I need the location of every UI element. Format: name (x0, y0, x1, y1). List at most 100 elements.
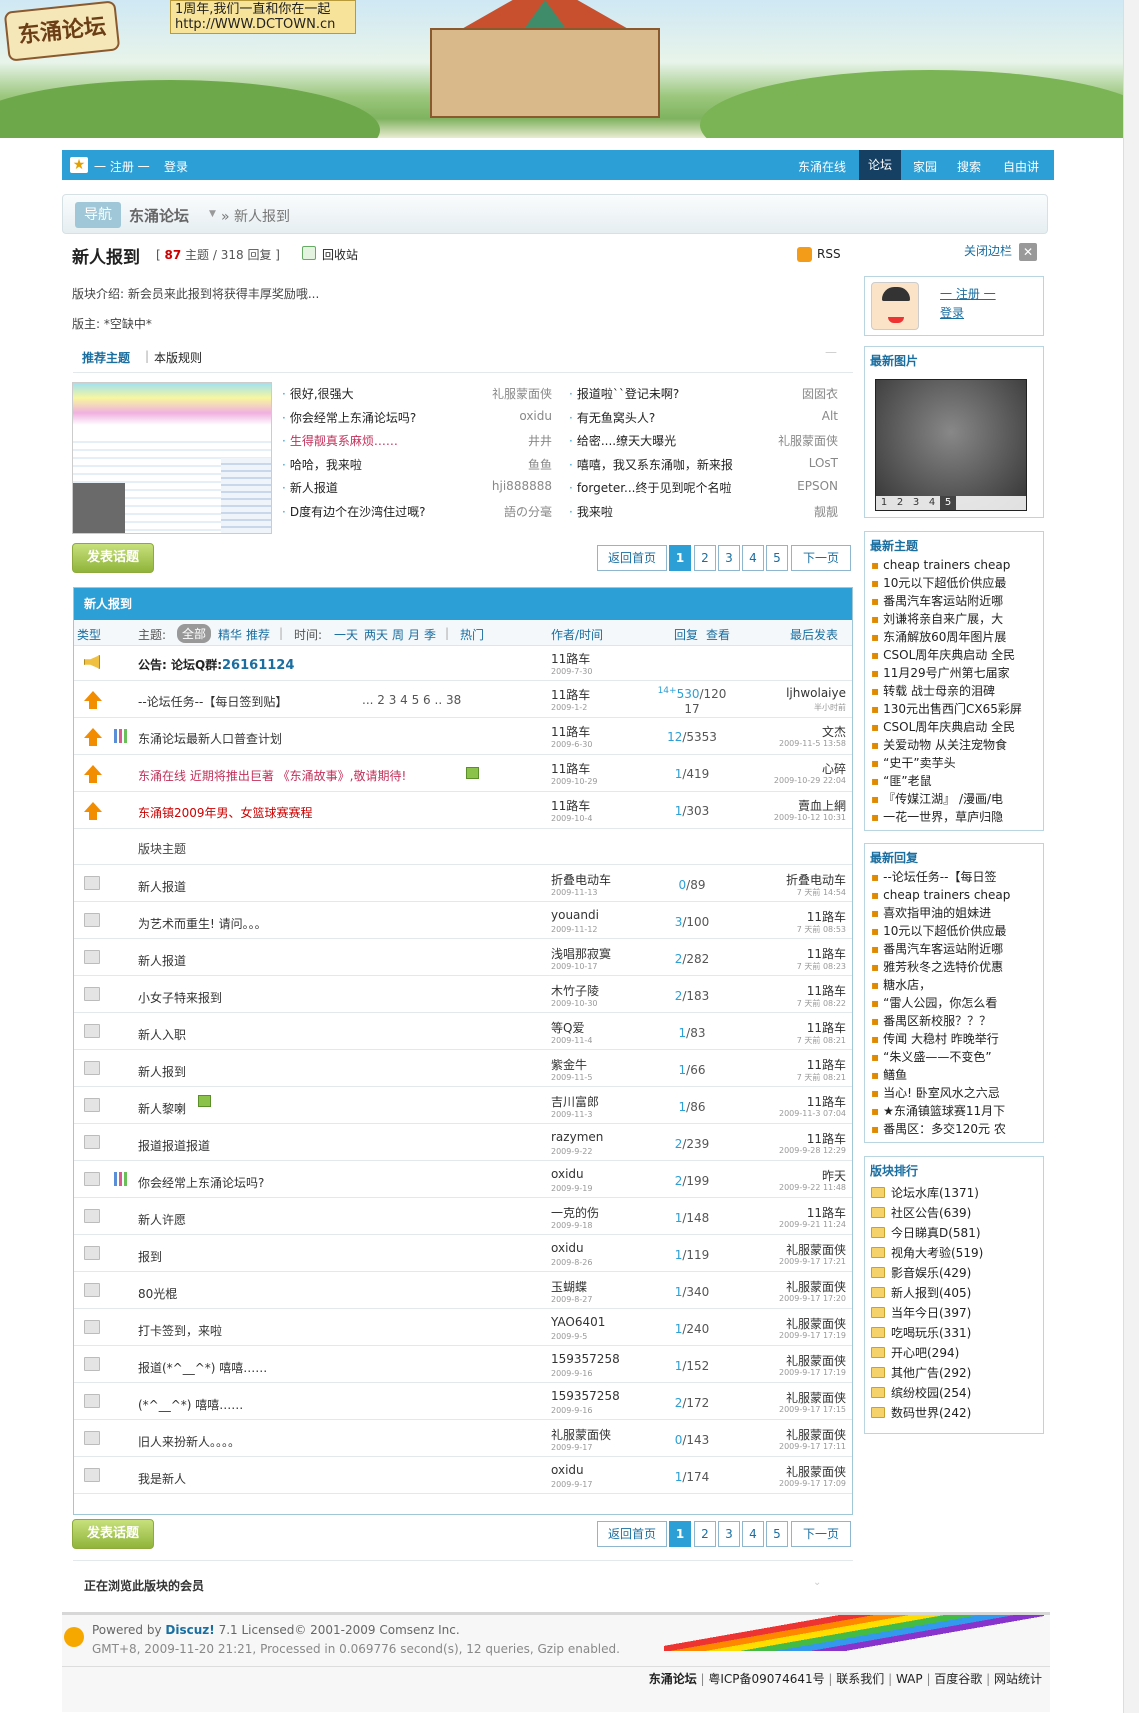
recommend-topic-link[interactable]: · 哈哈，我来啦 (282, 456, 362, 473)
image-page-4[interactable]: 4 (924, 496, 940, 510)
last-poster[interactable]: 11路车 (736, 1019, 846, 1036)
table-row[interactable]: 你会经常上东涌论坛吗? oxidu 2009-9-19 2/199 昨天 2009-9-2… (74, 1161, 852, 1198)
recommend-topic-author[interactable]: 囡囡衣 (738, 385, 838, 402)
latest-topic-item-text[interactable]: 转载 战士母亲的泪碑 (883, 684, 995, 698)
thread-author[interactable]: YAO6401 (551, 1315, 605, 1329)
recommend-topic-title[interactable]: 你会经常上东涌论坛吗? (290, 411, 416, 425)
forum-rank-text[interactable]: 缤纷校园(254) (891, 1386, 971, 1400)
page-button-2[interactable]: 2 (694, 1521, 716, 1547)
rss-link[interactable]: RSS (817, 247, 841, 261)
thread-subject[interactable]: 新人报道 (138, 952, 186, 969)
thread-author[interactable]: 吉川富郎 (551, 1093, 599, 1110)
latest-topic-item[interactable]: ▪ CSOL周年庆典启动 全民 (871, 718, 1037, 736)
recommend-topic-title[interactable]: 报道啦``登记未啊? (577, 387, 679, 401)
thread-author[interactable]: 11路车 (551, 723, 590, 740)
last-poster[interactable]: 礼服蒙面侠 (736, 1426, 846, 1443)
page-button-3[interactable]: 3 (718, 545, 740, 571)
table-row[interactable]: 报道(*^__^*) 嘻嘻…… 159357258 2009-9-16 1/152 礼服… (74, 1346, 852, 1383)
sticky-thread-row[interactable]: 东涌在线 近期将推出巨著 《东涌故事》,敬请期待! 11路车 2009-10-29 1… (74, 755, 852, 792)
latest-reply-item-text[interactable]: “雷人公园，你怎么看 (883, 996, 997, 1010)
recommend-topic-link[interactable]: · 有无鱼窝头人? (569, 409, 655, 426)
last-poster[interactable]: 礼服蒙面侠 (736, 1352, 846, 1369)
recommend-topic-link[interactable]: · 你会经常上东涌论坛吗? (282, 409, 416, 426)
chevron-down-icon[interactable]: ⌄ (813, 1577, 821, 1588)
sort-author[interactable]: 作者/时间 (551, 626, 603, 643)
filter-all[interactable]: 全部 (177, 624, 212, 643)
latest-topic-item-text[interactable]: CSOL周年庆典启动 全民 (883, 720, 1015, 734)
latest-topic-item[interactable]: ▪ 番禺汽车客运站附近哪 (871, 592, 1037, 610)
latest-image[interactable]: 12345 (875, 379, 1027, 511)
recommend-topic-title[interactable]: forgeter...终于见到呢个名啦 (577, 481, 732, 495)
latest-reply-item[interactable]: ▪ 当心! 卧室风水之六忌 (871, 1084, 1037, 1102)
recommend-thumbnail[interactable] (72, 382, 272, 534)
footer-link[interactable]: WAP (896, 1672, 923, 1686)
thread-subject[interactable]: 报道报道报道 (138, 1137, 210, 1154)
forum-rank-text[interactable]: 影音娱乐(429) (891, 1266, 971, 1280)
latest-topic-item[interactable]: ▪ 一花一世界，草庐归隐 (871, 808, 1037, 826)
forum-rank-item[interactable]: 论坛水库(1371) (871, 1183, 1037, 1203)
latest-reply-item-text[interactable]: “朱义盛——不变色” (883, 1050, 991, 1064)
latest-topic-item[interactable]: ▪ 关爱动物 从关注宠物食 (871, 736, 1037, 754)
recommend-topic-link[interactable]: · 生得靓真系麻烦…… (282, 432, 398, 449)
thread-pages[interactable]: ... 2 3 4 5 6 .. 38 (362, 693, 461, 707)
latest-reply-item[interactable]: ▪ 传闻 大稳村 昨晚举行 (871, 1030, 1037, 1048)
last-poster[interactable]: 昨天 (736, 1167, 846, 1184)
filter-recommend[interactable]: 推荐 (246, 626, 270, 643)
forum-rank-text[interactable]: 社区公告(639) (891, 1206, 971, 1220)
latest-topic-item-text[interactable]: CSOL周年庆典启动 全民 (883, 648, 1015, 662)
thread-subject[interactable]: 为艺术而重生! 请问。。。 (138, 915, 267, 932)
latest-topic-item-text[interactable]: cheap trainers cheap (883, 558, 1010, 572)
recommend-topic-title[interactable]: 生得靓真系麻烦…… (290, 434, 398, 448)
latest-reply-item[interactable]: ▪ 雅芳秋冬之选特价优惠 (871, 958, 1037, 976)
last-poster[interactable]: 礼服蒙面侠 (736, 1315, 846, 1332)
latest-reply-item[interactable]: ▪ 番禺区：多交120元 农 (871, 1120, 1037, 1138)
page-button-3[interactable]: 3 (718, 1521, 740, 1547)
table-row[interactable]: 新人许愿 一克的伤 2009-9-18 1/148 11路车 2009-9-21 11:2… (74, 1198, 852, 1235)
table-row[interactable]: 报道报道报道 razymen 2009-9-22 2/239 11路车 2009-9-28… (74, 1124, 852, 1161)
thread-subject[interactable]: 东涌在线 近期将推出巨著 《东涌故事》,敬请期待! (138, 767, 406, 784)
latest-reply-item-text[interactable]: 番禺区：多交120元 农 (883, 1122, 1006, 1136)
sidebar-register-link[interactable]: 一 注册 一 (940, 285, 996, 302)
chevron-down-icon[interactable]: ▼ (209, 209, 216, 219)
thread-author[interactable]: 紫金牛 (551, 1056, 587, 1073)
thread-subject[interactable]: (*^__^*) 嘻嘻…… (138, 1396, 243, 1413)
latest-topic-item-text[interactable]: 刘谦将亲自来广展，大 (883, 612, 1003, 626)
forum-rank-item[interactable]: 数码世界(242) (871, 1403, 1037, 1423)
forum-rank-item[interactable]: 影音娱乐(429) (871, 1263, 1037, 1283)
latest-reply-item-text[interactable]: 喜欢指甲油的姐妹进 (883, 906, 991, 920)
thread-author[interactable]: 木竹子陵 (551, 982, 599, 999)
table-row[interactable]: 新人黎喇 吉川富郎 2009-11-3 1/86 11路车 2009-11-3 07:04 (74, 1087, 852, 1124)
latest-topic-item[interactable]: ▪ “匪”老鼠 (871, 772, 1037, 790)
recommend-topic-author[interactable]: 礼服蒙面侠 (440, 385, 552, 402)
image-page-1[interactable]: 1 (876, 496, 892, 510)
recommend-topic-title[interactable]: 有无鱼窝头人? (577, 411, 655, 425)
recycle-link[interactable]: 回收站 (322, 246, 358, 263)
thread-subject[interactable]: 小女子特来报到 (138, 989, 222, 1006)
forum-rank-text[interactable]: 今日睇真D(581) (891, 1226, 981, 1240)
latest-topic-item-text[interactable]: 130元出售西门CX65彩屏 (883, 702, 1022, 716)
thread-subject[interactable]: 东涌镇2009年男、女篮球赛赛程 (138, 804, 313, 821)
discuz-link[interactable]: Discuz! (165, 1623, 214, 1637)
thread-subject[interactable]: 80光棍 (138, 1285, 177, 1302)
thread-author[interactable]: oxidu (551, 1167, 584, 1181)
filter-digest[interactable]: 精华 (218, 626, 242, 643)
page-button-5[interactable]: 5 (766, 1521, 788, 1547)
forum-rank-text[interactable]: 其他广告(292) (891, 1366, 971, 1380)
footer-link[interactable]: 百度谷歌 (934, 1672, 982, 1686)
latest-topic-item-text[interactable]: 11月29号广州第七届家 (883, 666, 1010, 680)
latest-reply-item-text[interactable]: 当心! 卧室风水之六忌 (883, 1086, 1000, 1100)
thread-author[interactable]: 玉蝴蝶 (551, 1278, 587, 1295)
latest-topic-item-text[interactable]: 『传媒江湖』 /漫画/电 (883, 792, 1003, 806)
thread-author[interactable]: 11路车 (551, 760, 590, 777)
site-logo[interactable]: 东涌论坛 (3, 0, 121, 62)
forum-rank-item[interactable]: 缤纷校园(254) (871, 1383, 1037, 1403)
recommend-topic-author[interactable]: hji888888 (440, 479, 552, 493)
latest-topic-item[interactable]: ▪ CSOL周年庆典启动 全民 (871, 646, 1037, 664)
last-poster[interactable]: 11路车 (736, 908, 846, 925)
latest-topic-item-text[interactable]: “匪”老鼠 (883, 774, 931, 788)
forum-rank-item[interactable]: 社区公告(639) (871, 1203, 1037, 1223)
sticky-thread-row[interactable]: 东涌论坛最新人口普查计划 11路车 2009-6-30 12/5353 文杰 2009-1… (74, 718, 852, 755)
thread-author[interactable]: youandi (551, 908, 599, 922)
forum-rank-item[interactable]: 开心吧(294) (871, 1343, 1037, 1363)
recommend-topic-author[interactable]: Alt (738, 409, 838, 423)
